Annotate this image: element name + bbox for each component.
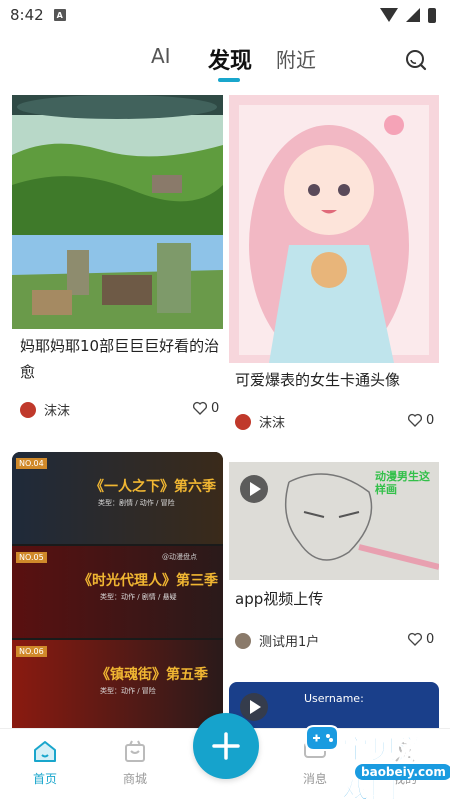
video-text: Username: [304,692,364,705]
nav-mall[interactable]: 商城 [105,739,165,787]
feed-card-4[interactable]: 动漫男生这样画 app视频上传 测试用1户 0 [229,462,439,657]
like-count: 0 [426,631,435,647]
card-2-author: 沫沫 [235,412,285,431]
like-count: 0 [211,400,220,416]
avatar [235,413,251,430]
gamepad-icon [305,725,339,751]
poster-meta: 类型：动作 / 冒险 [100,687,156,695]
card-1-image [12,95,223,329]
author-name: 沫沫 [259,416,286,431]
card-4-title: app视频上传 [235,590,324,608]
battery-icon [428,7,436,23]
like-button[interactable]: 0 [407,412,434,428]
poster-meta: 类型：动作 / 剧情 / 悬疑 [100,593,177,601]
video-thumbnail: 动漫男生这样画 [229,462,439,580]
app-notification-icon: A [53,9,66,21]
active-tab-indicator [218,78,240,82]
nav-home[interactable]: 首页 [15,739,75,787]
card-1-title: 妈耶妈耶10部巨巨巨好看的治愈 [20,337,220,381]
poster-meta: 类型：剧情 / 动作 / 冒险 [98,499,175,507]
card-4-author: 测试用1户 [235,631,319,650]
heart-icon [192,401,208,415]
site-watermark: 宝贝游戏网 baobeiy.com [300,722,450,800]
tab-discover[interactable]: 发现 [208,43,252,75]
cellular-icon [406,8,420,22]
card-2-title: 可爱爆表的女生卡通头像 [235,371,401,389]
heart-icon [407,413,423,427]
author-name: 测试用1户 [259,635,320,650]
poster-2: NO.05 @动漫盘点 《时光代理人》第三季 类型：动作 / 剧情 / 悬疑 [12,546,223,638]
wifi-icon [380,8,398,22]
status-bar: 8:42 A [0,0,450,30]
video-overlay-text: 动漫男生这样画 [375,470,430,496]
poster-tag: NO.04 [16,458,47,469]
poster-tag: NO.06 [16,646,47,657]
create-post-button[interactable] [193,713,259,779]
like-button[interactable]: 0 [192,400,219,416]
avatar [20,401,36,418]
tab-nearby[interactable]: 附近 [276,44,316,73]
nav-mall-label: 商城 [122,772,147,786]
status-time: 8:42 [10,6,44,24]
card-2-image [229,95,439,363]
author-name: 沫沫 [44,404,71,419]
top-tabs: AI 发现 附近 [0,38,450,84]
home-icon [34,741,56,762]
poster-title: 《一人之下》第六季 [90,479,216,495]
feed-card-3[interactable]: NO.04 《一人之下》第六季 类型：剧情 / 动作 / 冒险 NO.05 @动… [12,452,223,728]
play-icon[interactable] [240,475,268,503]
nav-home-label: 首页 [32,772,57,786]
card-1-author: 沫沫 [20,400,70,419]
plus-icon [212,732,240,760]
like-button[interactable]: 0 [407,631,434,647]
poster-title: 《时光代理人》第三季 [78,573,218,589]
watermark-url: baobeiy.com [355,764,450,780]
poster-tag: NO.05 [16,552,47,563]
status-icons [380,7,436,23]
shopping-bag-icon [125,740,145,762]
poster-title: 《镇魂街》第五季 [96,667,208,683]
poster-watermark: @动漫盘点 [162,553,197,561]
heart-icon [407,632,423,646]
play-icon[interactable] [240,693,268,721]
feed-card-2[interactable]: 可爱爆表的女生卡通头像 沫沫 0 [229,95,439,440]
feed-card-1[interactable]: 妈耶妈耶10部巨巨巨好看的治愈 沫沫 0 [12,95,223,425]
tab-ai[interactable]: AI [151,44,171,68]
poster-3: NO.06 《镇魂街》第五季 类型：动作 / 冒险 [12,640,223,728]
search-icon[interactable] [404,48,428,72]
like-count: 0 [426,412,435,428]
poster-1: NO.04 《一人之下》第六季 类型：剧情 / 动作 / 冒险 [12,452,223,544]
avatar [235,632,251,649]
